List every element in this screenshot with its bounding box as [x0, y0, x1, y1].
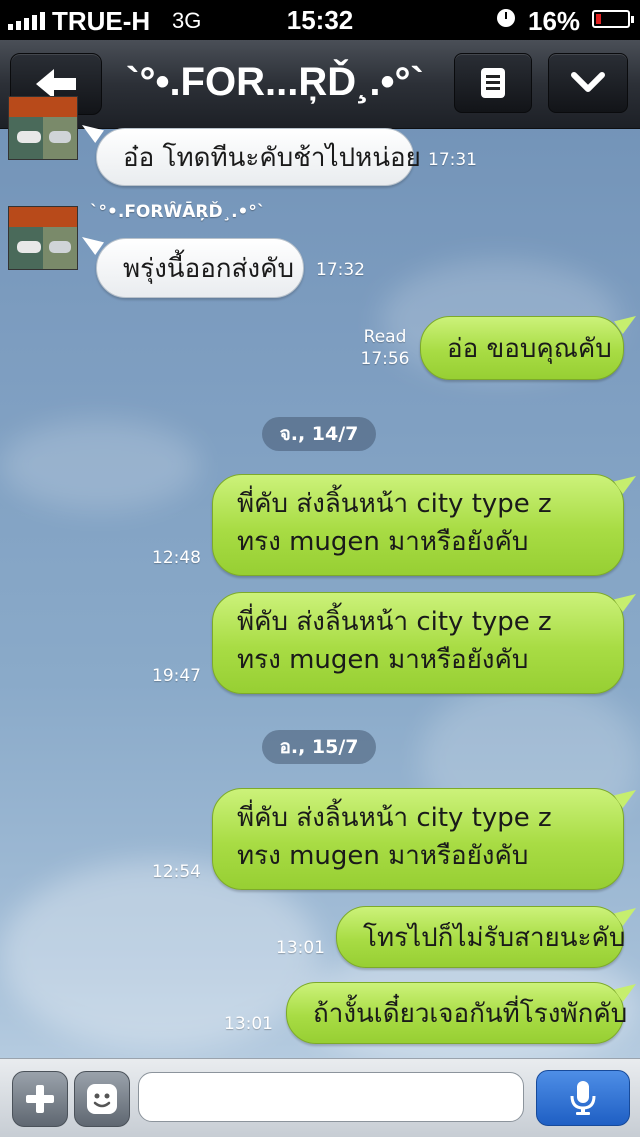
alarm-icon: [497, 9, 515, 27]
message-bubble-outgoing[interactable]: พี่คับ ส่งลิ้นหน้า city type z ทรง mugen…: [212, 474, 624, 576]
battery-level: [596, 14, 601, 24]
chat-title: `°•.FOR...ŖĎ¸.•°`: [126, 60, 424, 104]
sticker-button[interactable]: [74, 1071, 130, 1127]
battery-percentage: 16%: [528, 6, 581, 36]
cloud-decoration: [0, 420, 200, 510]
dropdown-button[interactable]: [548, 53, 628, 113]
message-time: 13:01: [224, 1014, 273, 1034]
microphone-icon: [570, 1081, 596, 1115]
message-bubble-outgoing[interactable]: ถ้างั้นเดี๋ยวเจอกันที่โรงพักคับ: [286, 982, 627, 1044]
date-separator: จ., 14/7: [262, 417, 376, 451]
message-time: 12:48: [152, 548, 201, 568]
battery-icon: [592, 10, 634, 28]
add-button[interactable]: [12, 1071, 68, 1127]
message-bubble-outgoing[interactable]: พี่คับ ส่งลิ้นหน้า city type z ทรง mugen…: [212, 788, 624, 890]
status-bar: TRUE-H 3G 15:32 16%: [0, 0, 640, 40]
sender-name: `°•.FORŴĀŖĎ¸.•°`: [90, 202, 266, 222]
message-bubble-incoming[interactable]: พรุ่งนี้ออกส่งคับ: [96, 238, 304, 298]
message-time: 12:54: [152, 862, 201, 882]
message-input[interactable]: [138, 1072, 524, 1122]
menu-button[interactable]: [454, 53, 532, 113]
list-menu-icon: [481, 68, 505, 98]
plus-icon: [26, 1085, 54, 1113]
message-time: 13:01: [276, 938, 325, 958]
avatar[interactable]: [8, 96, 78, 160]
message-time: 17:32: [316, 260, 365, 280]
message-input-bar: [0, 1058, 640, 1137]
chat-header: `°•.FOR...ŖĎ¸.•°`: [0, 40, 640, 129]
voice-input-button[interactable]: [536, 1070, 630, 1126]
read-receipt: Read 17:56: [358, 326, 412, 370]
read-status: Read: [363, 327, 407, 347]
chevron-down-icon: [571, 72, 605, 92]
date-separator: อ., 15/7: [262, 730, 376, 764]
message-bubble-outgoing[interactable]: อ่อ ขอบคุณคับ: [420, 316, 624, 380]
message-time: 17:31: [428, 150, 477, 170]
message-bubble-incoming[interactable]: อ๋อ โทดทีนะคับช้าไปหน่อย: [96, 128, 421, 186]
message-bubble-outgoing[interactable]: โทรไปก็ไม่รับสายนะคับ: [336, 906, 625, 968]
smiley-icon: [87, 1084, 117, 1114]
message-time: 19:47: [152, 666, 201, 686]
message-time: 17:56: [360, 349, 410, 369]
message-bubble-outgoing[interactable]: พี่คับ ส่งลิ้นหน้า city type z ทรง mugen…: [212, 592, 624, 694]
avatar[interactable]: [8, 206, 78, 270]
